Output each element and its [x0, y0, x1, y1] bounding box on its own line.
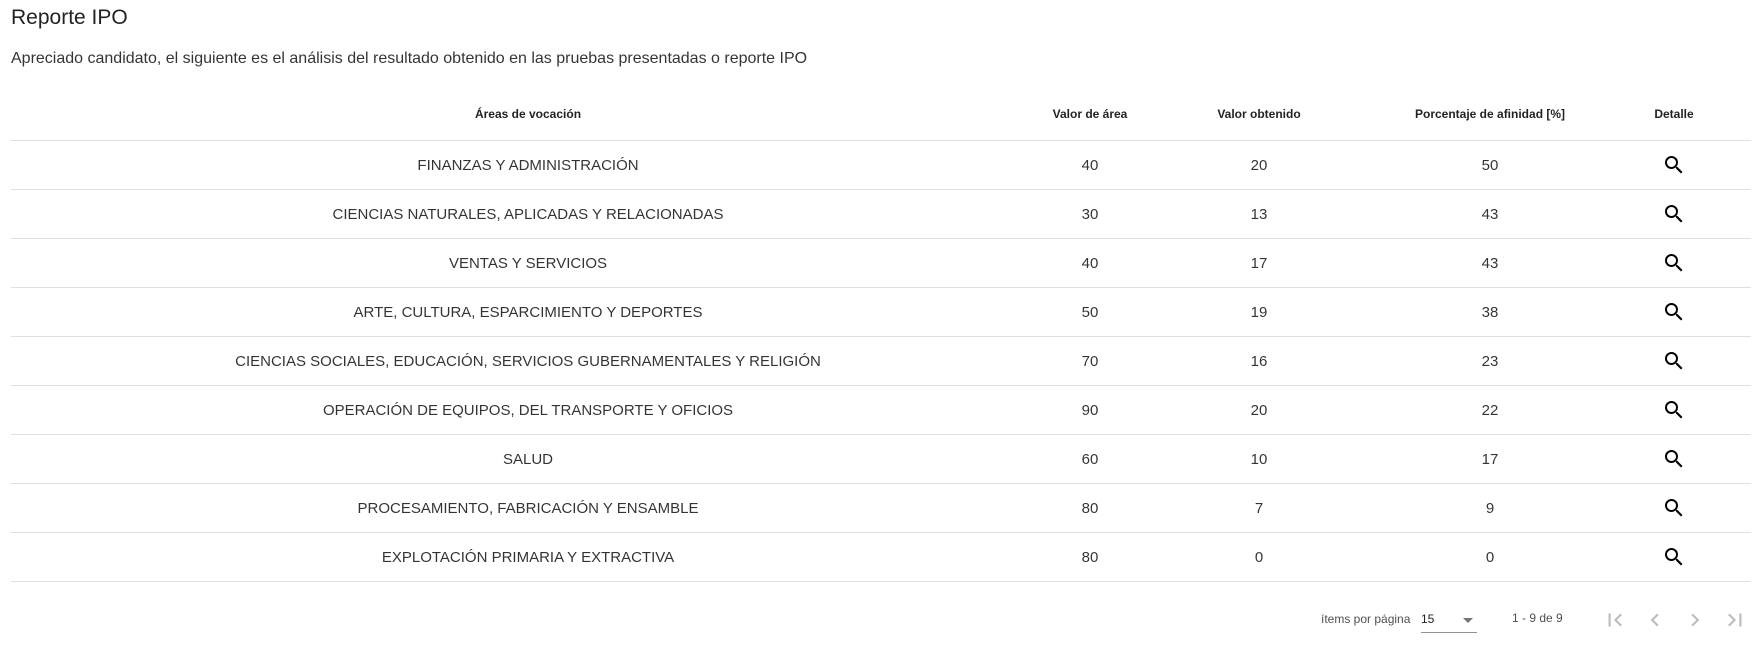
cell-valor-obtenido: 19: [1135, 287, 1383, 337]
header-area: Áreas de vocación: [11, 88, 1045, 141]
table-row: FINANZAS Y ADMINISTRACIÓN 40 20 50: [11, 140, 1751, 190]
cell-detalle: [1597, 189, 1751, 239]
cell-valor-obtenido: 20: [1135, 140, 1383, 190]
table-row: PROCESAMIENTO, FABRICACIÓN Y ENSAMBLE 80…: [11, 483, 1751, 533]
cell-detalle: [1597, 287, 1751, 337]
header-detalle: Detalle: [1597, 88, 1751, 141]
cell-valor-obtenido: 13: [1135, 189, 1383, 239]
search-icon[interactable]: [1662, 545, 1686, 569]
cell-area: EXPLOTACIÓN PRIMARIA Y EXTRACTIVA: [11, 532, 1045, 582]
search-icon[interactable]: [1662, 202, 1686, 226]
cell-area: ARTE, CULTURA, ESPARCIMIENTO Y DEPORTES: [11, 287, 1045, 337]
cell-valor-obtenido: 16: [1135, 336, 1383, 386]
page-title: Reporte IPO: [11, 6, 128, 29]
cell-detalle: [1597, 336, 1751, 386]
report-table: Áreas de vocación Valor de área Valor ob…: [11, 88, 1751, 582]
cell-valor-area: 60: [1045, 434, 1135, 484]
cell-porcentaje: 23: [1383, 336, 1597, 386]
search-icon[interactable]: [1662, 447, 1686, 471]
cell-detalle: [1597, 238, 1751, 288]
last-page-icon[interactable]: [1722, 607, 1748, 633]
header-valor-obtenido: Valor obtenido: [1135, 88, 1383, 141]
page-size-value: 15: [1421, 612, 1435, 626]
table-row: CIENCIAS NATURALES, APLICADAS Y RELACION…: [11, 189, 1751, 239]
cell-detalle: [1597, 434, 1751, 484]
cell-porcentaje: 9: [1383, 483, 1597, 533]
cell-area: PROCESAMIENTO, FABRICACIÓN Y ENSAMBLE: [11, 483, 1045, 533]
page-size-select[interactable]: 15: [1421, 604, 1477, 633]
cell-valor-area: 90: [1045, 385, 1135, 435]
range-label: 1 - 9 de 9: [1512, 611, 1563, 625]
cell-detalle: [1597, 532, 1751, 582]
intro-text: Apreciado candidato, el siguiente es el …: [11, 50, 808, 67]
cell-valor-area: 80: [1045, 532, 1135, 582]
cell-valor-obtenido: 10: [1135, 434, 1383, 484]
cell-porcentaje: 50: [1383, 140, 1597, 190]
cell-valor-area: 40: [1045, 140, 1135, 190]
cell-detalle: [1597, 140, 1751, 190]
table-row: VENTAS Y SERVICIOS 40 17 43: [11, 238, 1751, 288]
cell-porcentaje: 38: [1383, 287, 1597, 337]
next-page-icon[interactable]: [1682, 607, 1708, 633]
cell-porcentaje: 0: [1383, 532, 1597, 582]
table-row: OPERACIÓN DE EQUIPOS, DEL TRANSPORTE Y O…: [11, 385, 1751, 435]
header-valor-area: Valor de área: [1045, 88, 1135, 141]
previous-page-icon[interactable]: [1642, 607, 1668, 633]
table-row: EXPLOTACIÓN PRIMARIA Y EXTRACTIVA 80 0 0: [11, 532, 1751, 582]
cell-detalle: [1597, 385, 1751, 435]
header-porcentaje: Porcentaje de afinidad [%]: [1383, 88, 1597, 141]
cell-detalle: [1597, 483, 1751, 533]
cell-valor-obtenido: 17: [1135, 238, 1383, 288]
cell-valor-area: 40: [1045, 238, 1135, 288]
search-icon[interactable]: [1662, 153, 1686, 177]
cell-valor-area: 30: [1045, 189, 1135, 239]
cell-porcentaje: 43: [1383, 189, 1597, 239]
search-icon[interactable]: [1662, 251, 1686, 275]
search-icon[interactable]: [1662, 398, 1686, 422]
paginator: ítems por página 15 1 - 9 de 9: [0, 600, 1764, 640]
table-row: ARTE, CULTURA, ESPARCIMIENTO Y DEPORTES …: [11, 287, 1751, 337]
cell-porcentaje: 22: [1383, 385, 1597, 435]
items-per-page-label: ítems por página: [1321, 612, 1411, 626]
table-row: SALUD 60 10 17: [11, 434, 1751, 484]
cell-area: SALUD: [11, 434, 1045, 484]
cell-porcentaje: 43: [1383, 238, 1597, 288]
search-icon[interactable]: [1662, 300, 1686, 324]
cell-area: FINANZAS Y ADMINISTRACIÓN: [11, 140, 1045, 190]
cell-area: OPERACIÓN DE EQUIPOS, DEL TRANSPORTE Y O…: [11, 385, 1045, 435]
cell-valor-area: 80: [1045, 483, 1135, 533]
cell-valor-obtenido: 0: [1135, 532, 1383, 582]
cell-valor-obtenido: 7: [1135, 483, 1383, 533]
cell-valor-area: 50: [1045, 287, 1135, 337]
cell-valor-area: 70: [1045, 336, 1135, 386]
search-icon[interactable]: [1662, 496, 1686, 520]
cell-porcentaje: 17: [1383, 434, 1597, 484]
table-row: CIENCIAS SOCIALES, EDUCACIÓN, SERVICIOS …: [11, 336, 1751, 386]
first-page-icon[interactable]: [1602, 607, 1628, 633]
cell-valor-obtenido: 20: [1135, 385, 1383, 435]
dropdown-arrow-icon: [1463, 618, 1473, 623]
search-icon[interactable]: [1662, 349, 1686, 373]
cell-area: CIENCIAS SOCIALES, EDUCACIÓN, SERVICIOS …: [11, 336, 1045, 386]
cell-area: CIENCIAS NATURALES, APLICADAS Y RELACION…: [11, 189, 1045, 239]
cell-area: VENTAS Y SERVICIOS: [11, 238, 1045, 288]
table-header-row: Áreas de vocación Valor de área Valor ob…: [11, 88, 1751, 141]
